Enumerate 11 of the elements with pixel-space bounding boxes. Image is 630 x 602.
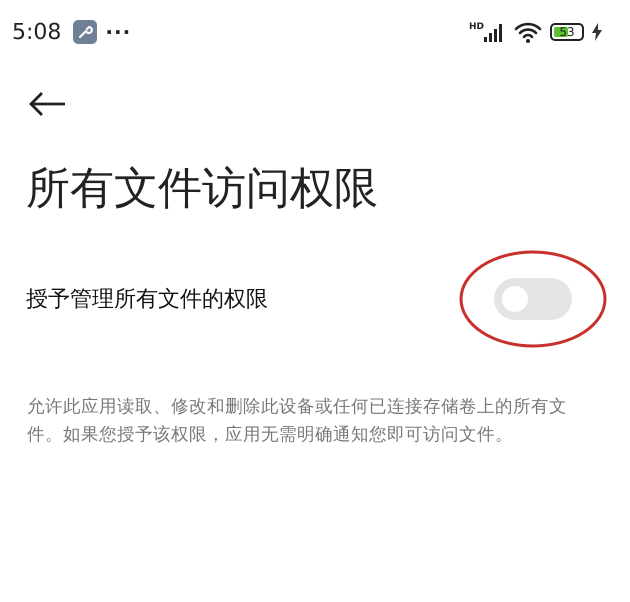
toggle-switch[interactable] xyxy=(494,278,572,320)
network-type: HD xyxy=(468,22,484,32)
setting-label: 授予管理所有文件的权限 xyxy=(26,286,268,314)
back-arrow-icon[interactable] xyxy=(28,91,66,117)
wifi-icon xyxy=(514,21,542,43)
more-indicator: ··· xyxy=(105,20,132,44)
description-text: 允许此应用读取、修改和删除此设备或任何已连接存储卷上的所有文件。如果您授予该权限，应用无需明确通知您即可访问文件。 xyxy=(27,396,568,447)
clock-time: 5:08 xyxy=(12,20,62,44)
charging-icon xyxy=(592,23,602,41)
wrench-icon xyxy=(73,20,98,44)
page-title: 所有文件访问权限 xyxy=(26,167,379,211)
